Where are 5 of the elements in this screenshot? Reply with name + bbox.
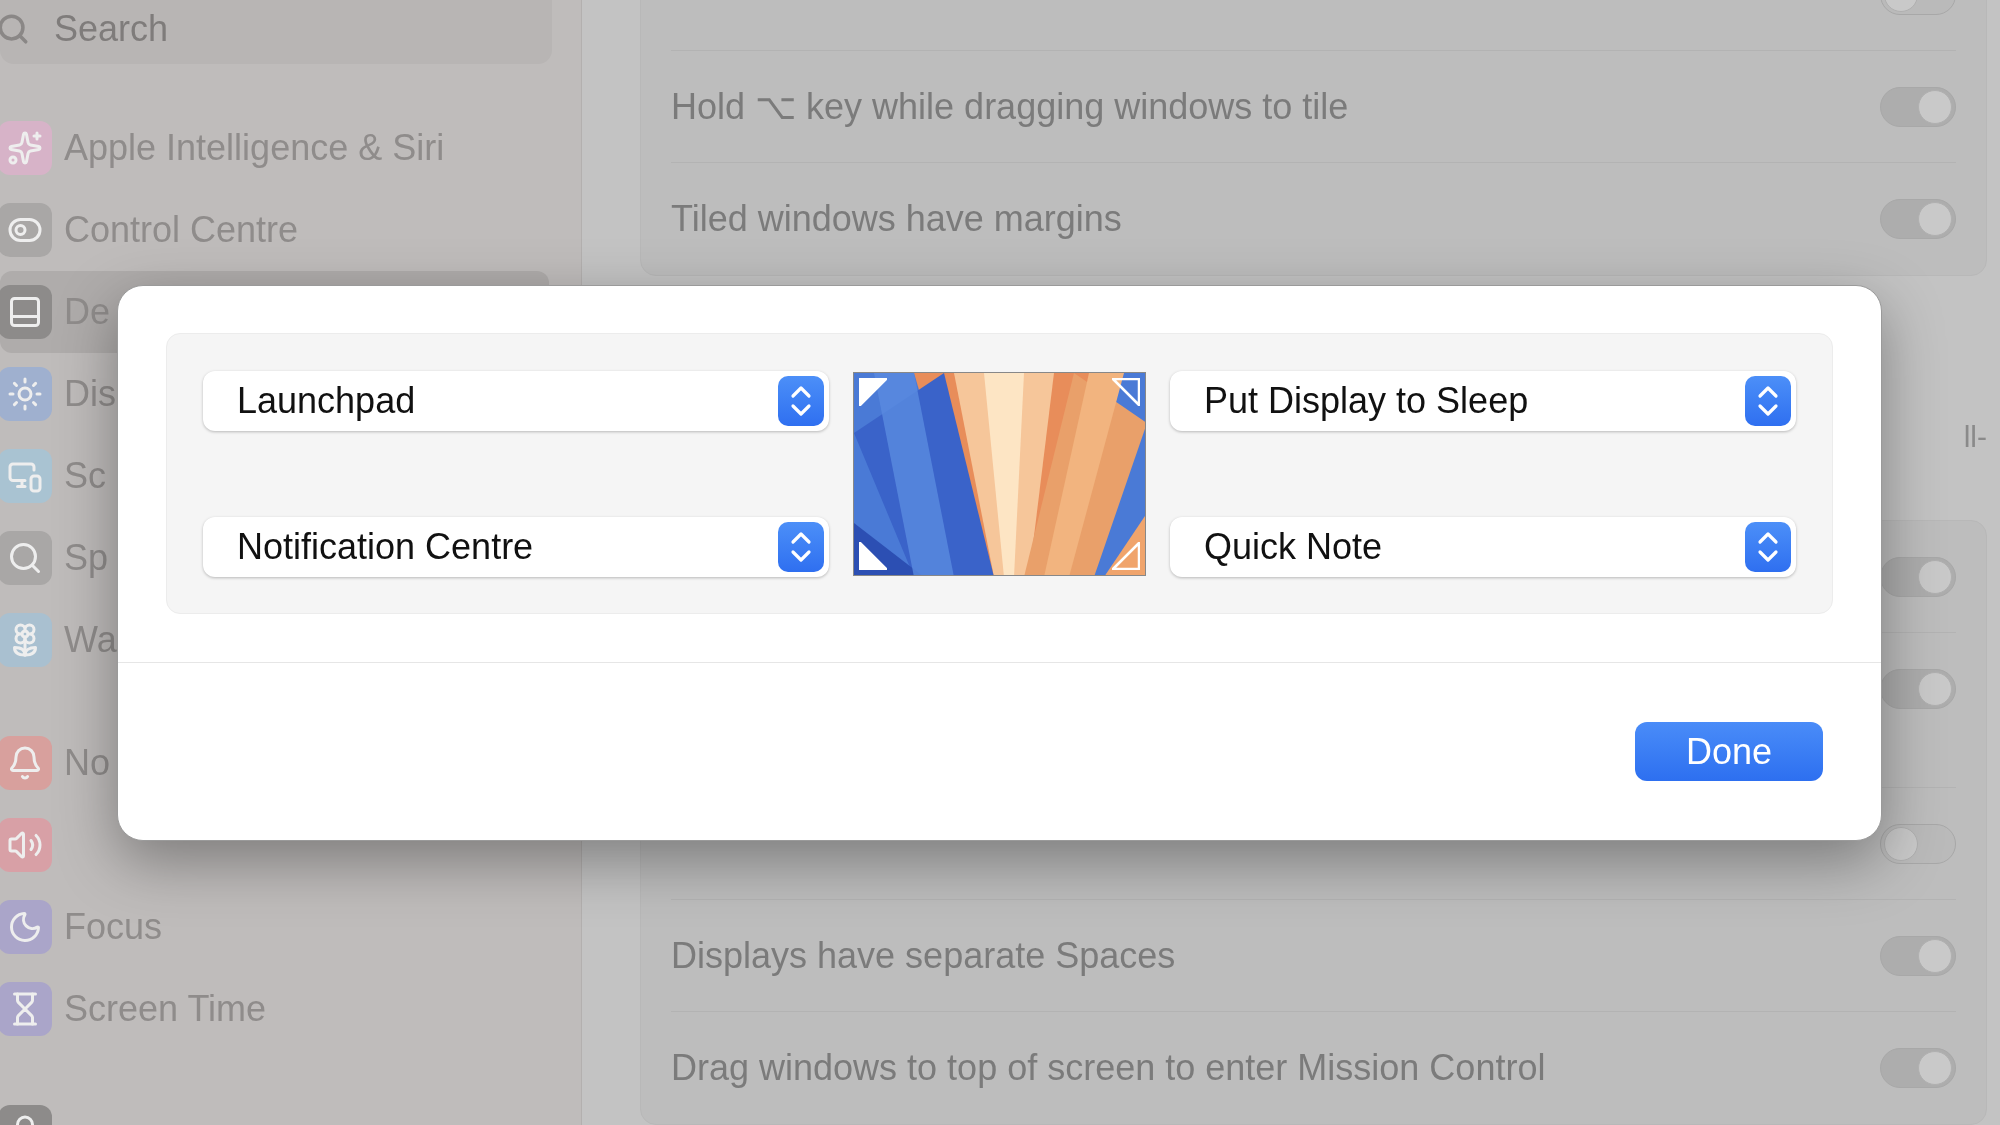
setting-label: Drag windows to top of screen to enter Mission Control [671,1046,1546,1090]
setting-label: Tiled windows have margins [671,197,1122,241]
description-text: ll- [1963,422,1987,452]
setting-label: Hold ⌥ key while dragging windows to tile [671,85,1349,129]
setting-label: Displays have separate Spaces [671,934,1176,978]
